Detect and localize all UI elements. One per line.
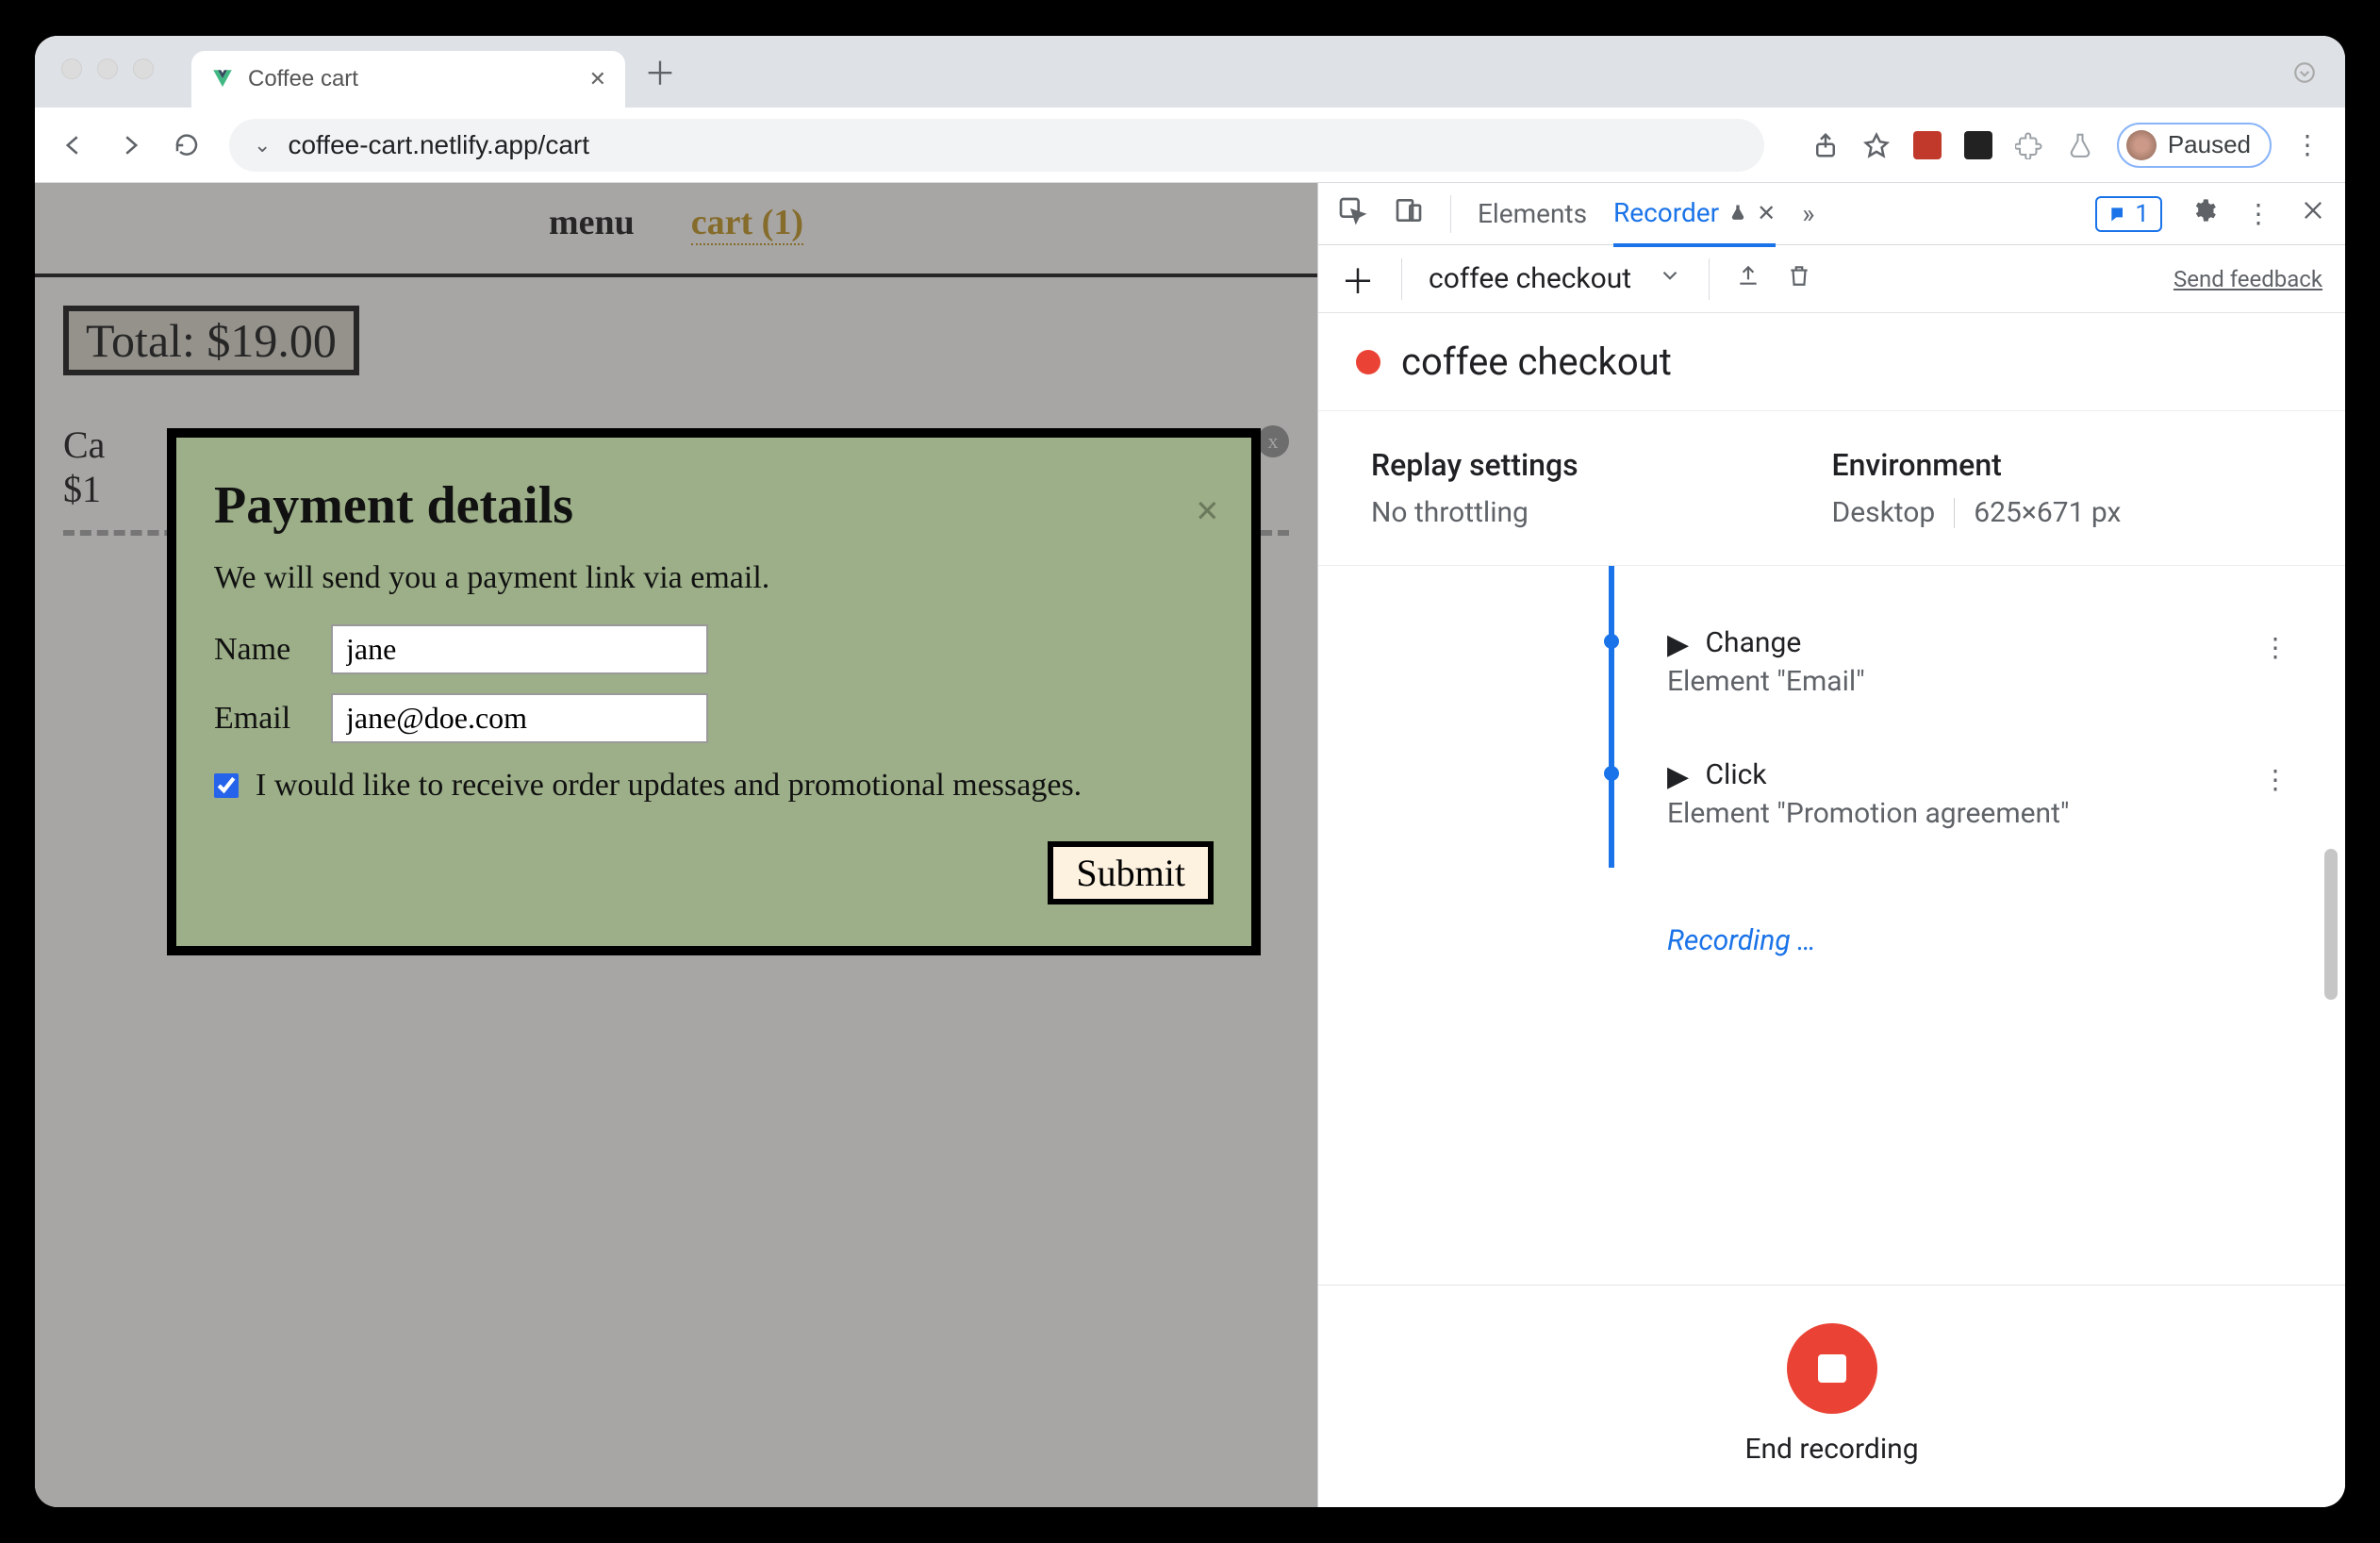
tab-title: Coffee cart (248, 66, 358, 92)
tab-recorder[interactable]: Recorder ✕ (1613, 197, 1776, 247)
labs-flask-icon[interactable] (2066, 131, 2094, 159)
step-menu-icon[interactable]: ⋮ (2262, 764, 2289, 795)
tab-elements[interactable]: Elements (1478, 198, 1587, 229)
recording-status: Recording … (1667, 924, 2345, 957)
more-tabs-icon[interactable]: » (1802, 198, 1814, 229)
paused-label: Paused (2168, 130, 2251, 159)
payment-modal: × Payment details We will send you a pay… (167, 428, 1261, 955)
name-input[interactable] (331, 624, 708, 674)
tab-recorder-close-icon[interactable]: ✕ (1757, 200, 1776, 226)
window-caret-icon[interactable] (2292, 60, 2317, 90)
stop-icon (1818, 1354, 1846, 1383)
avatar-icon (2126, 130, 2157, 160)
expand-step-icon[interactable]: ▶ (1667, 760, 1689, 793)
replay-settings-heading: Replay settings (1371, 447, 1832, 483)
new-recording-button[interactable]: ＋ (1341, 255, 1375, 304)
step-change[interactable]: ▶ Change Element "Email" ⋮ (1318, 626, 2345, 698)
browser-window: Coffee cart ✕ ＋ ⌄ coffee-cart.netlify.ap… (35, 36, 2345, 1507)
extension-red-icon[interactable] (1913, 131, 1942, 159)
tab-close-icon[interactable]: ✕ (589, 67, 606, 91)
step-dot-icon (1604, 634, 1619, 649)
step-click[interactable]: ▶ Click Element "Promotion agreement" ⋮ (1318, 758, 2345, 830)
vue-favicon-icon (210, 67, 235, 91)
share-icon[interactable] (1811, 131, 1840, 159)
devtools-panel: Elements Recorder ✕ » 1 ⋮ (1317, 183, 2345, 1507)
browser-tab[interactable]: Coffee cart ✕ (191, 51, 625, 108)
modal-subtitle: We will send you a payment link via emai… (214, 560, 1214, 596)
reload-button[interactable] (173, 131, 201, 159)
step-dot-icon (1604, 766, 1619, 781)
tab-recorder-label: Recorder (1613, 197, 1719, 228)
step-title: Click (1706, 758, 1767, 791)
name-label: Name (214, 632, 308, 668)
step-subtitle: Element "Promotion agreement" (1667, 797, 2345, 830)
site-info-icon[interactable]: ⌄ (254, 133, 271, 158)
end-recording-label: End recording (1318, 1433, 2345, 1466)
address-field[interactable]: ⌄ coffee-cart.netlify.app/cart (229, 119, 1764, 172)
environment-device: Desktop (1832, 496, 1936, 529)
recording-title-row: coffee checkout (1318, 313, 2345, 411)
toolbar-icons: Paused ⋮ (1811, 123, 2321, 168)
profile-paused-pill[interactable]: Paused (2117, 123, 2272, 168)
url-bar: ⌄ coffee-cart.netlify.app/cart Paused ⋮ (35, 108, 2345, 183)
step-title: Change (1706, 626, 1802, 659)
recorder-toolbar: ＋ coffee checkout Send feedback (1318, 245, 2345, 313)
promo-label: I would like to receive order updates an… (256, 768, 1082, 804)
delete-recording-icon[interactable] (1787, 262, 1811, 295)
modal-close-icon[interactable]: × (1196, 487, 1219, 535)
rendered-page: menu cart (1) Total: $19.00 Ca $1 00 x (35, 183, 1317, 1507)
modal-title: Payment details (214, 475, 1214, 536)
traffic-lights (61, 58, 154, 79)
bookmark-star-icon[interactable] (1862, 131, 1891, 159)
divider (1954, 498, 1955, 528)
forward-button[interactable] (116, 131, 144, 159)
traffic-max-icon[interactable] (133, 58, 154, 79)
export-recording-icon[interactable] (1736, 262, 1760, 295)
new-tab-button[interactable]: ＋ (644, 48, 676, 94)
extensions-puzzle-icon[interactable] (2015, 131, 2043, 159)
devtools-close-icon[interactable] (2300, 197, 2326, 230)
issues-pill[interactable]: 1 (2095, 196, 2162, 232)
expand-step-icon[interactable]: ▶ (1667, 628, 1689, 661)
extension-dark-icon[interactable] (1964, 131, 1992, 159)
environment-heading: Environment (1832, 447, 2293, 483)
experiment-flask-icon (1728, 197, 1747, 228)
step-menu-icon[interactable]: ⋮ (2262, 632, 2289, 663)
recording-selector-chevron-icon[interactable] (1658, 262, 1682, 295)
traffic-close-icon[interactable] (61, 58, 82, 79)
step-subtitle: Element "Email" (1667, 665, 2345, 698)
recording-settings: Replay settings No throttling Environmen… (1318, 411, 2345, 566)
devtools-settings-icon[interactable] (2190, 197, 2217, 230)
devtools-menu-icon[interactable]: ⋮ (2245, 198, 2272, 229)
recording-indicator-icon (1356, 350, 1380, 374)
issues-count: 1 (2135, 200, 2149, 228)
submit-button[interactable]: Submit (1048, 841, 1214, 904)
recording-title: coffee checkout (1401, 340, 1672, 384)
traffic-min-icon[interactable] (97, 58, 118, 79)
browser-menu-button[interactable]: ⋮ (2294, 129, 2321, 160)
url-text: coffee-cart.netlify.app/cart (288, 130, 589, 160)
replay-settings-value[interactable]: No throttling (1371, 496, 1832, 529)
send-feedback-link[interactable]: Send feedback (2173, 266, 2322, 292)
email-label: Email (214, 701, 308, 737)
tab-strip: Coffee cart ✕ ＋ (35, 36, 2345, 108)
end-recording-section: End recording (1318, 1285, 2345, 1507)
promo-checkbox[interactable] (214, 773, 239, 798)
back-button[interactable] (59, 131, 88, 159)
recording-selector-name: coffee checkout (1429, 262, 1631, 295)
environment-dimensions: 625×671 px (1974, 496, 2121, 529)
content-split: menu cart (1) Total: $19.00 Ca $1 00 x (35, 183, 2345, 1507)
scrollbar-thumb[interactable] (2324, 849, 2338, 1000)
devtools-tabbar: Elements Recorder ✕ » 1 ⋮ (1318, 183, 2345, 245)
device-toggle-icon[interactable] (1394, 195, 1424, 232)
email-input[interactable] (331, 693, 708, 743)
end-recording-button[interactable] (1787, 1323, 1877, 1414)
steps-area: ▶ Change Element "Email" ⋮ ▶ Click Eleme… (1318, 566, 2345, 1285)
inspect-element-icon[interactable] (1337, 195, 1367, 232)
